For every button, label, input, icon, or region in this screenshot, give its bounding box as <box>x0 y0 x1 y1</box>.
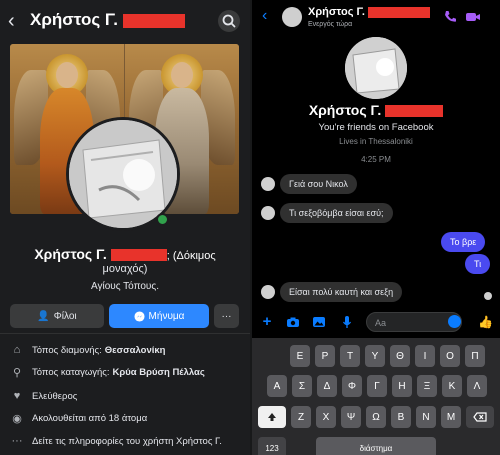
location-pin-icon: ⚲ <box>12 366 22 379</box>
redaction-bar <box>368 6 431 18</box>
keyboard-key[interactable]: Ι <box>415 345 435 367</box>
plus-icon[interactable]: + <box>260 314 274 329</box>
message-timestamp: 4:25 PM <box>361 155 391 164</box>
online-status-dot <box>156 213 169 226</box>
keyboard-key[interactable]: Υ <box>365 345 385 367</box>
seen-indicator <box>484 292 492 300</box>
backspace-icon <box>473 412 487 422</box>
keyboard-key[interactable]: Η <box>392 375 412 397</box>
rss-icon: ◉ <box>12 412 22 425</box>
keyboard-key[interactable]: Β <box>391 406 411 428</box>
shift-key[interactable] <box>258 406 286 428</box>
keyboard-key[interactable]: Ω <box>366 406 386 428</box>
message-bubble-incoming[interactable]: Τι σεξοβόμβα είσαι εσύ; <box>280 203 393 223</box>
microphone-icon[interactable] <box>340 315 354 329</box>
redaction-bar <box>122 13 185 28</box>
friends-button[interactable]: 👤 Φίλοι <box>10 304 104 328</box>
profile-header: ‹ Χρήστος Γ. <box>0 0 250 42</box>
profile-actions: 👤 Φίλοι Μήνυμα ··· <box>10 304 239 328</box>
face <box>171 62 193 88</box>
search-icon <box>222 14 236 28</box>
ellipsis-icon: ··· <box>11 435 23 447</box>
video-call-icon[interactable] <box>465 9 481 25</box>
message-composer: + Aa 👍 <box>252 308 500 336</box>
message-bubble-incoming[interactable]: Είσαι πολύ καυτή και σεξη <box>280 282 403 302</box>
message-bubble-outgoing[interactable]: Το βρε <box>441 232 486 252</box>
keyboard-key[interactable]: Γ <box>367 375 387 397</box>
contact-name: Χρήστος Γ. <box>252 102 500 118</box>
active-status: Ενεργός τώρα <box>308 21 353 28</box>
avatar-photo <box>69 120 177 228</box>
messenger-chat-panel: ‹ Χρήστος Γ. Ενεργός τώρα Χρήστος Γ. You… <box>252 0 500 455</box>
back-arrow-icon[interactable]: ‹ <box>8 9 28 33</box>
search-button[interactable] <box>218 10 240 32</box>
chat-contact-name[interactable]: Χρήστος Γ. <box>308 6 431 18</box>
keyboard-key[interactable]: Ζ <box>291 406 311 428</box>
sender-avatar <box>261 206 275 220</box>
keyboard-key[interactable]: Ρ <box>315 345 335 367</box>
message-bubble-incoming[interactable]: Γειά σου Νικολ <box>280 174 357 194</box>
space-key[interactable]: διάστημα <box>316 437 436 455</box>
redaction-bar <box>385 105 444 118</box>
heart-icon: ♥ <box>13 390 21 402</box>
keyboard-key[interactable]: Δ <box>317 375 337 397</box>
lives-in: Lives in Thessaloniki <box>339 137 413 146</box>
facebook-profile-panel: ‹ Χρήστος Γ. Χρήστος Γ. ; (Δόκιμος μοναχ… <box>0 0 250 455</box>
sender-avatar <box>261 285 275 299</box>
back-arrow-icon[interactable]: ‹ <box>262 7 267 25</box>
keyboard-key[interactable]: Τ <box>340 345 360 367</box>
keyboard-key[interactable]: Ν <box>416 406 436 428</box>
chat-header: ‹ Χρήστος Γ. Ενεργός τώρα <box>252 0 500 36</box>
profile-subtitle: μοναχός) <box>102 263 148 275</box>
info-followers: ◉ Ακολουθείται από 18 άτομα <box>10 408 147 428</box>
keyboard-key[interactable]: Χ <box>316 406 336 428</box>
page-title: Χρήστος Γ. <box>30 10 185 30</box>
keyboard-key[interactable]: Ε <box>290 345 310 367</box>
message-bubble-outgoing[interactable]: Τι <box>465 254 491 274</box>
numbers-key[interactable]: 123 <box>258 437 286 455</box>
contact-avatar-large[interactable] <box>345 37 407 99</box>
backspace-key[interactable] <box>466 406 494 428</box>
messenger-icon <box>134 310 145 322</box>
keyboard-key[interactable]: Ψ <box>341 406 361 428</box>
friends-status: You're friends on Facebook <box>318 122 434 133</box>
keyboard-key[interactable]: Ο <box>440 345 460 367</box>
message-button[interactable]: Μήνυμα <box>109 304 209 328</box>
header-avatar[interactable] <box>282 7 302 27</box>
keyboard-key[interactable]: Κ <box>442 375 462 397</box>
sender-avatar <box>261 177 275 191</box>
keyboard-key[interactable]: Θ <box>390 345 410 367</box>
divider <box>0 333 250 334</box>
info-hometown: ⚲ Τόπος καταγωγής: Κρύα Βρύση Πέλλας <box>10 362 205 382</box>
thumbs-up-icon[interactable]: 👍 <box>478 315 493 329</box>
person-icon: 👤 <box>37 310 50 322</box>
avatar-photo <box>345 37 407 99</box>
keyboard-key[interactable]: Σ <box>292 375 312 397</box>
greek-keyboard: Ε Ρ Τ Υ Θ Ι Ο Π Α Σ Δ Φ Γ Η Ξ Κ Λ Ζ Χ Ψ … <box>252 338 500 455</box>
emoji-icon[interactable] <box>448 315 461 328</box>
camera-icon[interactable] <box>286 315 300 329</box>
keyboard-key[interactable]: Μ <box>441 406 461 428</box>
shift-arrow-icon <box>268 413 276 421</box>
redaction-bar <box>110 249 167 262</box>
info-see-more[interactable]: ··· Δείτε τις πληροφορίες του χρήστη Χρήσ… <box>10 431 222 451</box>
home-icon: ⌂ <box>13 344 21 356</box>
keyboard-key[interactable]: Φ <box>342 375 362 397</box>
profile-bio: Αγίους Τόπους. <box>91 281 159 292</box>
info-relationship: ♥ Ελεύθερος <box>10 386 78 406</box>
phone-call-icon[interactable] <box>442 9 458 25</box>
keyboard-key[interactable]: Π <box>465 345 485 367</box>
keyboard-key[interactable]: Α <box>267 375 287 397</box>
keyboard-key[interactable]: Ξ <box>417 375 437 397</box>
info-residence: ⌂ Τόπος διαμονής: Θεσσαλονίκη <box>10 340 166 360</box>
more-button[interactable]: ··· <box>214 304 239 328</box>
face <box>56 62 78 88</box>
keyboard-key[interactable]: Λ <box>467 375 487 397</box>
image-icon[interactable] <box>312 315 326 329</box>
